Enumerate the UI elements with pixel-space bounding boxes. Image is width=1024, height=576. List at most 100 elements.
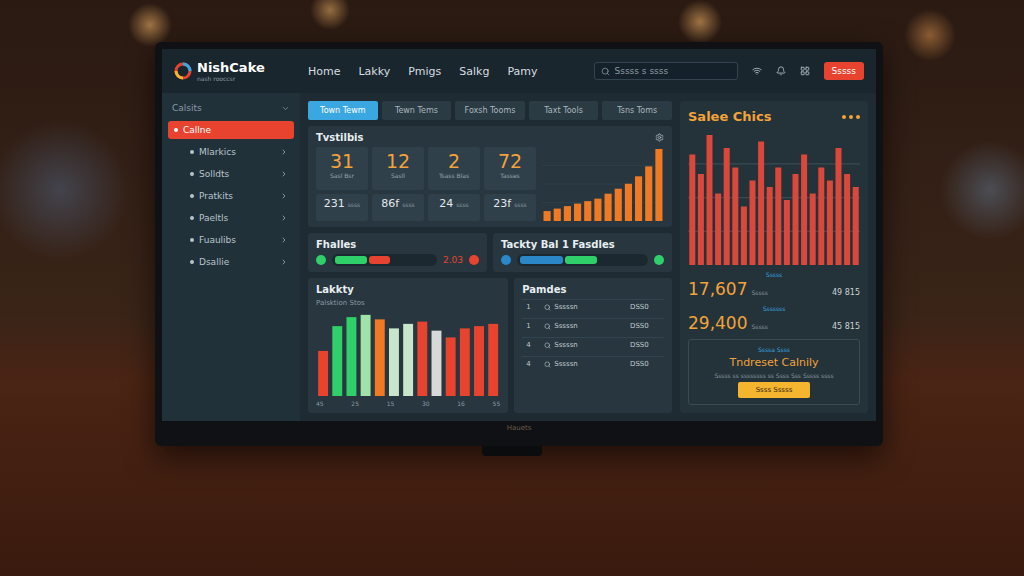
activity-card: LakktyPalsktion Stos452515301655 (308, 278, 508, 413)
sidebar-item[interactable]: Paeltls (168, 209, 294, 227)
scene: NishCakenash rooccsr Home Lakky Pmigs Salkg P… (0, 0, 1024, 576)
meter-fill (520, 256, 563, 264)
logo-text: NishCakenash rooccsr (197, 60, 265, 82)
bell-icon[interactable] (776, 66, 786, 76)
chevron-right-icon (280, 214, 288, 222)
status-icon (469, 255, 479, 265)
promo-box: Ssssa SsssTndreset CalnilySssss ss sssss… (688, 339, 860, 405)
brand-name: NishCake (197, 60, 265, 75)
card-title: Tvstilbis (316, 132, 363, 143)
dashboard-screen: NishCakenash rooccsr Home Lakky Pmigs Salkg P… (162, 49, 876, 421)
nav-item[interactable]: Home (308, 65, 340, 78)
sidebar: Calsits Callne Mlarkics Solldts Pratkits Pael… (162, 93, 300, 421)
stats-card: Tvstilbis 31Sasl Bsr12Sasll2Tsass Blas72T… (308, 126, 672, 227)
bullet-icon (190, 172, 194, 176)
tab[interactable]: Town Tewm (308, 101, 378, 120)
meter-reading: 2.03 (443, 255, 463, 265)
nav-item[interactable]: Pamy (507, 65, 537, 78)
tab[interactable]: Taxt Tools (529, 101, 599, 120)
status-icon (654, 255, 664, 265)
stat-box: 2Tsass Blas (428, 147, 480, 190)
chevron-right-icon (280, 236, 288, 244)
stat-sub-box: 24ssss (428, 194, 480, 221)
chart-ticks: 452515301655 (316, 400, 500, 407)
sidebar-item[interactable]: Fuaulibs (168, 231, 294, 249)
table-row[interactable]: 1SssssnDSS0 (522, 299, 664, 314)
promo-button[interactable]: Ssss Sssss (738, 382, 811, 398)
chevron-right-icon (280, 192, 288, 200)
sidebar-item[interactable]: Dsallie (168, 253, 294, 271)
sales-panel: Salee ChicsSssss17,607Sssss49 815Sssssss… (680, 101, 868, 413)
logo[interactable]: NishCakenash rooccsr (174, 60, 294, 82)
table-row[interactable]: 4SssssnDSS0 (522, 337, 664, 352)
meter-row: Fhalles2.03Tackty Bal 1 Fasdles (308, 233, 672, 272)
monitor-brand: Hauets (507, 424, 532, 432)
status-icon (501, 255, 511, 265)
chevron-right-icon (280, 170, 288, 178)
sidebar-item[interactable]: Pratkits (168, 187, 294, 205)
stat-sub-box: 231ssss (316, 194, 368, 221)
brand-tagline: nash rooccsr (197, 75, 265, 82)
nav-item[interactable]: Salkg (459, 65, 489, 78)
tab[interactable]: Tsns Toms (602, 101, 672, 120)
header-button[interactable]: Sssss (824, 62, 864, 80)
meter-card: Fhalles2.03 (308, 233, 487, 272)
nav-item[interactable]: Pmigs (408, 65, 441, 78)
bullet-icon (190, 216, 194, 220)
stat-sub-box: 23fssss (484, 194, 536, 221)
table-row[interactable]: 4SssssnDSS0 (522, 356, 664, 371)
bullet-icon (190, 194, 194, 198)
sales-figure: Sssssss29,400Sssss45 815 (688, 305, 860, 333)
bullet-icon (190, 238, 194, 242)
meter-fill (565, 256, 598, 264)
meter-track (332, 254, 437, 266)
body: Calsits Callne Mlarkics Solldts Pratkits Pael… (162, 93, 876, 421)
bottom-row: LakktyPalsktion Stos452515301655Pamdes1S… (308, 278, 672, 413)
sidebar-item[interactable]: Solldts (168, 165, 294, 183)
search-icon (544, 323, 551, 330)
bullet-icon (174, 128, 178, 132)
nav: Home Lakky Pmigs Salkg Pamy (308, 65, 538, 78)
bullet-icon (190, 150, 194, 154)
stat-box: 72Tasses (484, 147, 536, 190)
trend-chart (542, 147, 664, 221)
search-icon (544, 304, 551, 311)
monitor: NishCakenash rooccsr Home Lakky Pmigs Salkg P… (155, 42, 883, 446)
sidebar-title: Calsits (168, 101, 294, 117)
stats-grid: 31Sasl Bsr12Sasll2Tsass Blas72Tasses231s… (316, 147, 536, 221)
meter-fill (335, 256, 367, 264)
logo-icon (174, 62, 192, 80)
chevron-down-icon (281, 104, 290, 113)
chevron-right-icon (280, 258, 288, 266)
settings-icon[interactable] (655, 133, 664, 142)
wifi-icon[interactable] (752, 66, 762, 76)
tab[interactable]: Tewn Tems (382, 101, 452, 120)
table-row[interactable]: 1SssssnDSS0 (522, 318, 664, 333)
bullet-icon (190, 260, 194, 264)
status-icon (316, 255, 326, 265)
sidebar-item[interactable]: Mlarkics (168, 143, 294, 161)
grid-icon[interactable] (800, 66, 810, 76)
main: Town TewmTewn TemsFoxsh ToomsTaxt ToolsT… (300, 93, 876, 421)
tab-row: Town TewmTewn TemsFoxsh ToomsTaxt ToolsT… (308, 101, 672, 120)
search-icon (544, 342, 551, 349)
search-icon (544, 361, 551, 368)
nav-item[interactable]: Lakky (358, 65, 390, 78)
more-icon[interactable] (842, 115, 860, 119)
left-column: Town TewmTewn TemsFoxsh ToomsTaxt ToolsT… (308, 101, 672, 413)
search-icon (601, 67, 610, 76)
sales-chart (688, 130, 860, 265)
sidebar-item[interactable]: Callne (168, 121, 294, 139)
tab[interactable]: Foxsh Tooms (455, 101, 525, 120)
sales-figure: Sssss17,607Sssss49 815 (688, 271, 860, 299)
chevron-right-icon (280, 148, 288, 156)
table-card: Pamdes1SssssnDSS01SssssnDSS04SssssnDSS04… (514, 278, 672, 413)
header: NishCakenash rooccsr Home Lakky Pmigs Salkg P… (162, 49, 876, 93)
monitor-stand (482, 446, 542, 456)
stat-sub-box: 86fssss (372, 194, 424, 221)
search-field[interactable]: Sssss s ssss (594, 62, 738, 80)
activity-chart (316, 311, 500, 396)
stat-box: 31Sasl Bsr (316, 147, 368, 190)
meter-track (517, 254, 648, 266)
meter-card: Tackty Bal 1 Fasdles (493, 233, 672, 272)
